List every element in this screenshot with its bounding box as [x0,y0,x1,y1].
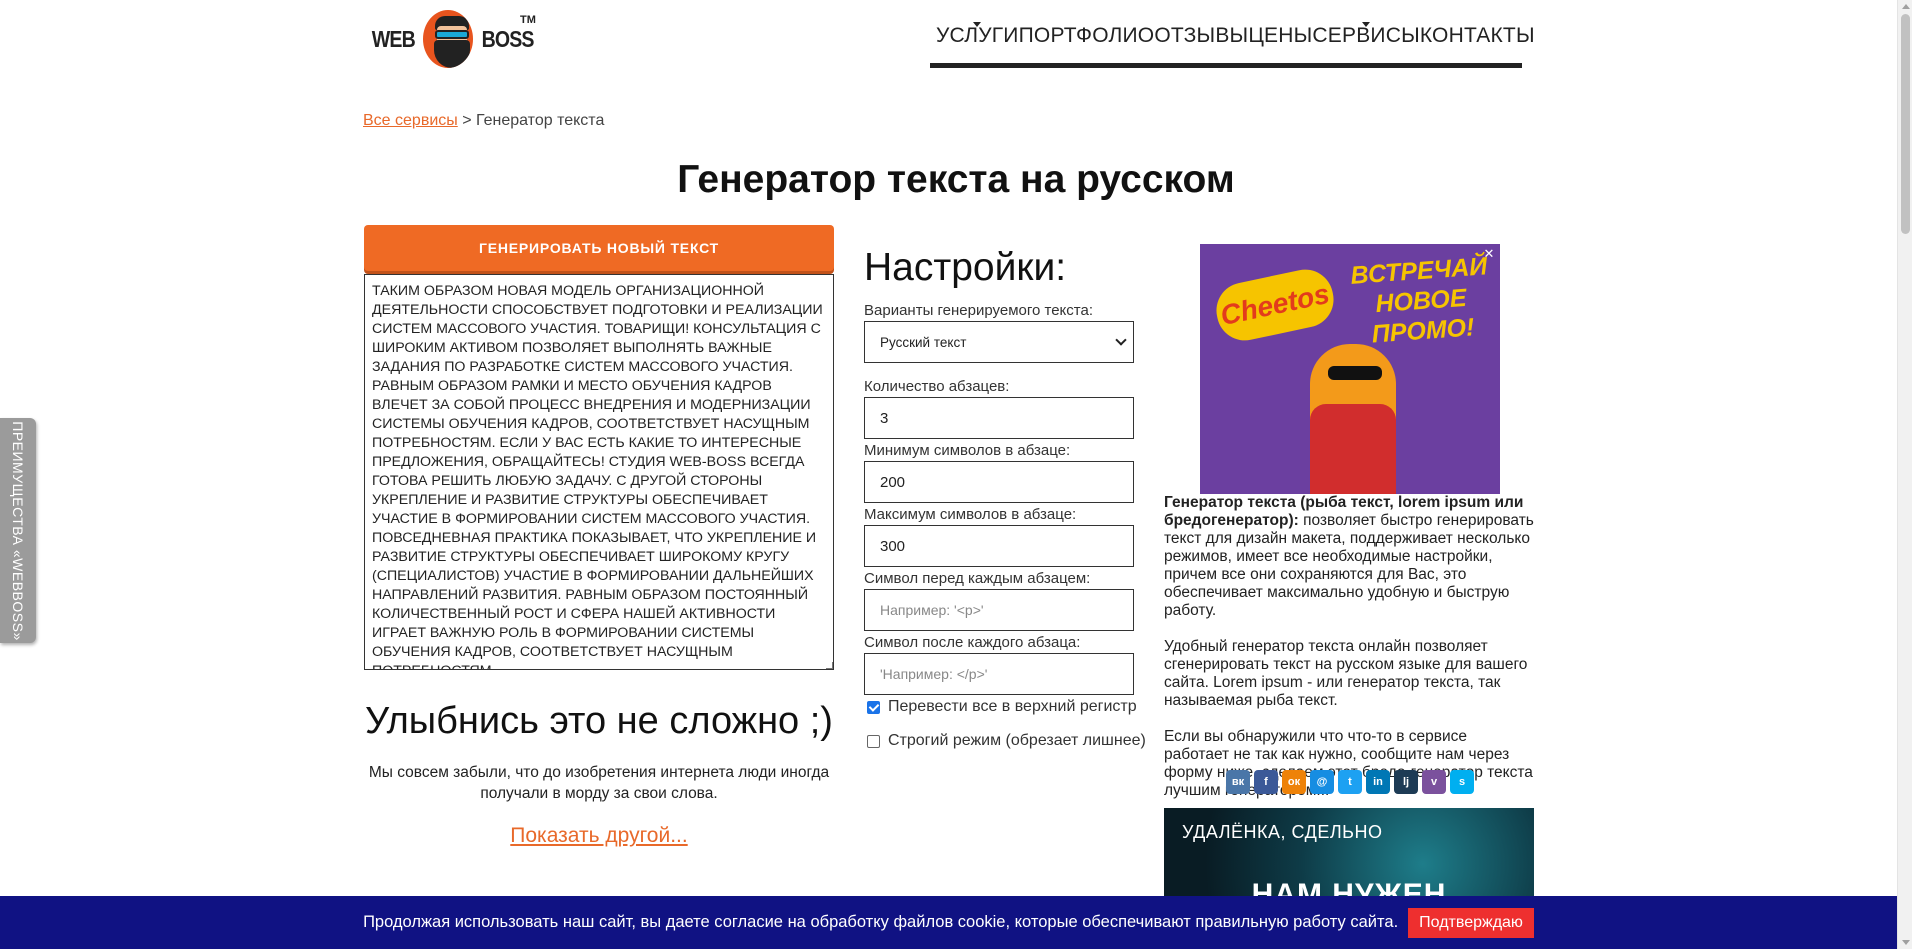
joke-title: Улыбнись это не сложно ;) [365,700,833,742]
facebook-icon[interactable]: f [1254,770,1278,794]
joke-text: Мы совсем забыли, что до изобретения инт… [368,764,830,802]
max-chars-label: Максимум символов в абзаце: [864,506,1077,523]
nav-item-contacts[interactable]: КОНТАКТЫ [1420,16,1535,48]
main-nav: УСЛУГИ ПОРТФОЛИО ОТЗЫВЫ ЦЕНЫ СЕРВИСЫ КОН… [930,0,1535,68]
scroll-up-arrow-icon[interactable] [1902,4,1910,9]
ad-promo-text: ВСТРЕЧАЙ НОВОЕ ПРОМО! [1349,252,1489,349]
nav-label: ЦЕНЫ [1248,23,1313,47]
textarea-resize-handle[interactable] [826,662,833,669]
side-tab-label: ПРЕИМУЩЕСТВА «WEBBOSS» [10,420,26,641]
twitter-icon[interactable]: t [1338,770,1362,794]
min-chars-input[interactable]: 200 [864,461,1134,503]
generate-text-button[interactable]: ГЕНЕРИРОВАТЬ НОВЫЙ ТЕКСТ [364,225,834,271]
breadcrumb-current: Генератор текста [476,112,605,129]
logo-word-web: WEB [371,25,416,52]
nav-label: ОТЗЫВЫ [1154,23,1249,47]
breadcrumb-separator: > [462,112,472,129]
description-paragraph: Удобный генератор текста онлайн позволяе… [1164,638,1528,709]
nav-label: УСЛУГИ [936,23,1019,47]
ad-brand-logo: Cheetos [1211,264,1339,346]
prefix-label: Символ перед каждым абзацем: [864,570,1091,587]
livejournal-icon[interactable]: lj [1394,770,1418,794]
vk-icon[interactable]: вк [1226,770,1250,794]
paragraph-count-input[interactable]: 3 [864,397,1134,439]
strict-mode-checkbox-row[interactable]: Строгий режим (обрезает лишнее) [867,732,1146,750]
nav-item-services[interactable]: УСЛУГИ [936,16,1019,48]
logo-word-boss: BOSS [481,25,534,52]
moimir-icon[interactable]: @ [1310,770,1334,794]
ad-close-icon[interactable]: ✕ [1482,247,1496,261]
prefix-input[interactable]: Например: '<p>' [864,589,1134,631]
nav-label: ПОРТФОЛИО [1018,23,1155,47]
nav-item-tools[interactable]: СЕРВИСЫ [1312,16,1420,48]
strict-mode-label: Строгий режим (обрезает лишнее) [888,732,1146,749]
nav-item-portfolio[interactable]: ПОРТФОЛИО [1019,16,1155,48]
ad-mascot-image [1310,344,1396,494]
scroll-down-arrow-icon[interactable] [1902,940,1910,945]
nav-label: КОНТАКТЫ [1419,23,1535,47]
chevron-down-icon [1115,334,1127,346]
uppercase-checkbox-row[interactable]: Перевести все в верхний регистр [867,698,1137,716]
chevron-down-icon [1362,21,1371,27]
banner-line1: УДАЛЁНКА, СДЕЛЬНО [1182,822,1383,842]
cookie-consent-bar: Продолжая использовать наш сайт, вы дает… [0,896,1897,949]
paragraphs-label: Количество абзацев: [864,378,1010,395]
nav-item-reviews[interactable]: ОТЗЫВЫ [1154,16,1248,48]
site-logo[interactable]: WEB BOSS TM [368,6,538,72]
description-paragraph: Генератор текста (рыба текст, lorem ipsu… [1164,494,1536,620]
text-variant-value: Русский текст [880,334,967,350]
skype-icon[interactable]: s [1450,770,1474,794]
show-another-joke-link[interactable]: Показать другой... [364,824,834,848]
linkedin-icon[interactable]: in [1366,770,1390,794]
advantages-side-tab[interactable]: ПРЕИМУЩЕСТВА «WEBBOSS» [0,418,36,643]
nav-item-prices[interactable]: ЦЕНЫ [1248,16,1312,48]
viber-icon[interactable]: v [1422,770,1446,794]
share-buttons: вк f ок @ t in lj v s [1226,770,1474,794]
logo-face-icon [422,10,473,68]
nav-label: СЕРВИСЫ [1312,23,1420,47]
cookie-accept-button[interactable]: Подтверждаю [1408,907,1534,938]
breadcrumb: Все сервисы > Генератор текста [363,112,604,130]
variant-label: Варианты генерируемого текста: [864,302,1093,319]
page-scrollbar[interactable] [1897,0,1912,949]
page-title: Генератор текста на русском [677,158,1235,201]
min-chars-label: Минимум символов в абзаце: [864,442,1071,459]
settings-title: Настройки: [864,246,1067,289]
advertisement-banner[interactable]: Cheetos ВСТРЕЧАЙ НОВОЕ ПРОМО! ✕ [1200,244,1500,494]
suffix-input[interactable]: 'Например: </p>' [864,653,1134,695]
text-variant-select[interactable]: Русский текст [864,321,1134,363]
max-chars-input[interactable]: 300 [864,525,1134,567]
chevron-down-icon [973,21,982,27]
uppercase-checkbox[interactable] [867,700,880,714]
uppercase-label: Перевести все в верхний регистр [888,698,1137,715]
cookie-text: Продолжая использовать наш сайт, вы дает… [363,913,1399,931]
generated-text-area[interactable]: ТАКИМ ОБРАЗОМ НОВАЯ МОДЕЛЬ ОРГАНИЗАЦИОНН… [364,274,834,670]
scrollbar-thumb[interactable] [1901,14,1910,234]
odnoklassniki-icon[interactable]: ок [1282,770,1306,794]
suffix-label: Символ после каждого абзаца: [864,634,1081,651]
strict-mode-checkbox[interactable] [867,734,880,748]
breadcrumb-link-all-services[interactable]: Все сервисы [363,112,458,129]
logo-trademark: TM [520,14,536,26]
